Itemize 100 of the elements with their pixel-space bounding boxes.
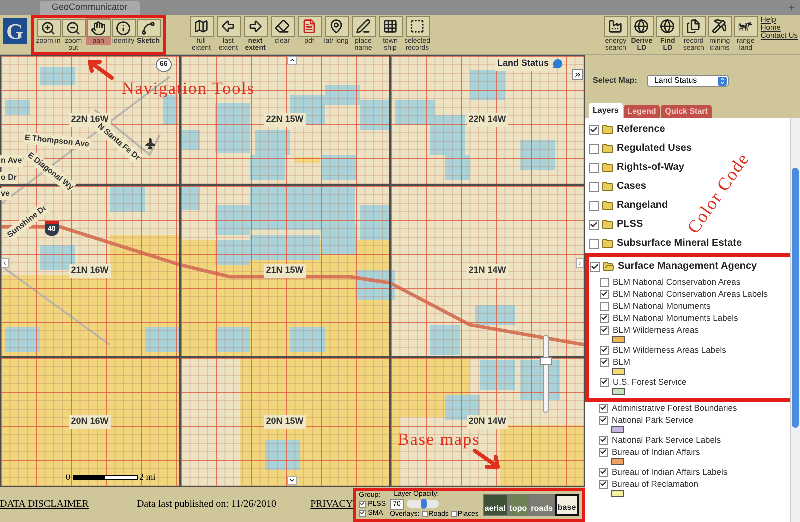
basemap-button[interactable]: aerial bbox=[482, 494, 508, 516]
pan-left-button[interactable] bbox=[1, 258, 9, 268]
logo: G bbox=[3, 18, 27, 44]
township-label: 22N 14W bbox=[466, 113, 508, 127]
checkbox[interactable] bbox=[599, 468, 608, 476]
street-label: E Thompson Ave bbox=[23, 132, 91, 151]
panel-tab[interactable]: Layers bbox=[589, 103, 623, 118]
checkbox[interactable] bbox=[600, 314, 609, 322]
checkbox[interactable] bbox=[589, 124, 599, 134]
pan-up-button[interactable] bbox=[287, 56, 297, 65]
layer-label[interactable]: BLM National Conservation Areas bbox=[613, 276, 741, 288]
layer-group-label[interactable]: PLSS bbox=[617, 217, 644, 232]
checkbox[interactable] bbox=[589, 220, 599, 230]
map-select-dropdown[interactable]: Land Status bbox=[647, 75, 730, 87]
layer-label[interactable]: National Park Service bbox=[612, 414, 694, 426]
left-arrow-icon bbox=[221, 19, 236, 34]
chevron-down-icon bbox=[288, 477, 296, 484]
window-title: GeoCommunicator bbox=[40, 1, 140, 15]
layer-label[interactable]: BLM Wilderness Areas bbox=[613, 324, 699, 336]
checkbox[interactable] bbox=[600, 378, 609, 386]
checkbox[interactable] bbox=[600, 358, 609, 366]
expand-button[interactable] bbox=[572, 69, 583, 80]
layer-label[interactable]: BLM National Conservation Areas Labels bbox=[613, 288, 768, 300]
checkbox[interactable] bbox=[590, 262, 600, 272]
checkbox[interactable] bbox=[599, 436, 608, 444]
layer-label[interactable]: National Park Service Labels bbox=[612, 434, 722, 446]
checkbox[interactable] bbox=[600, 346, 609, 354]
street-label: ve bbox=[0, 188, 11, 200]
layer-group-label[interactable]: Reference bbox=[617, 122, 666, 137]
checkbox[interactable] bbox=[589, 144, 599, 154]
township-label: 22N 15W bbox=[264, 113, 306, 127]
checkbox[interactable] bbox=[599, 480, 608, 488]
street-label: n Ave bbox=[0, 155, 24, 167]
township-label: 21N 15W bbox=[264, 264, 306, 278]
checkbox[interactable] bbox=[600, 278, 609, 286]
disclaimer-link[interactable]: DATA DISCLAIMER bbox=[0, 497, 89, 512]
pan-down-button[interactable] bbox=[287, 476, 297, 485]
globe-icon bbox=[660, 19, 676, 34]
layer-label[interactable]: BLM National Monuments Labels bbox=[613, 312, 738, 324]
layer-label[interactable]: BLM Wilderness Areas Labels bbox=[613, 344, 726, 356]
privacy-link[interactable]: PRIVACY bbox=[310, 497, 354, 512]
checkbox[interactable] bbox=[589, 182, 599, 192]
basemap-button[interactable]: roads bbox=[529, 494, 555, 516]
layer-group-label[interactable]: Rangeland bbox=[617, 198, 668, 213]
checkbox[interactable] bbox=[359, 500, 366, 508]
basemap-button[interactable]: topo bbox=[508, 494, 530, 516]
annotation-arrow bbox=[472, 448, 502, 470]
checkbox[interactable] bbox=[600, 326, 609, 334]
township-label: 20N 15W bbox=[264, 415, 306, 429]
layer-label[interactable]: BLM bbox=[613, 356, 630, 368]
checkbox[interactable] bbox=[589, 162, 599, 172]
select-map-label: Select Map: bbox=[593, 75, 638, 87]
layer-group-label[interactable]: Cases bbox=[617, 179, 646, 194]
squiggle-icon bbox=[141, 20, 156, 36]
eraser-icon bbox=[275, 19, 290, 34]
zoom-slider-thumb[interactable] bbox=[540, 357, 552, 365]
zoom-in-icon bbox=[41, 20, 56, 36]
document-icon bbox=[302, 19, 317, 34]
opacity-slider-track[interactable] bbox=[406, 500, 439, 508]
chevron-up-icon bbox=[288, 57, 296, 64]
layer-group-label[interactable]: Rights-of-Way bbox=[617, 160, 684, 175]
street-label: o Dr bbox=[0, 172, 18, 184]
basemap-button[interactable]: base bbox=[554, 494, 580, 516]
speech-bubble-icon bbox=[553, 58, 563, 69]
layer-label[interactable]: BLM National Monuments bbox=[613, 300, 711, 312]
layer-label[interactable]: Administrative Forest Boundaries bbox=[612, 402, 738, 414]
grid-icon bbox=[383, 19, 398, 34]
layer-group-label[interactable]: Regulated Uses bbox=[617, 141, 692, 156]
zoom-out-icon bbox=[66, 20, 81, 36]
globe-icon bbox=[634, 19, 650, 34]
zoom-slider-track[interactable] bbox=[543, 335, 549, 413]
layer-group-label[interactable]: Surface Management Agency bbox=[618, 259, 758, 274]
map-title: Land Status bbox=[495, 57, 551, 70]
pan-right-button[interactable] bbox=[576, 258, 584, 268]
layer-label[interactable]: U.S. Forest Service bbox=[613, 376, 687, 388]
township-label: 21N 14W bbox=[466, 264, 508, 278]
opacity-slider-thumb[interactable] bbox=[421, 499, 428, 509]
dashed-square-icon bbox=[410, 19, 425, 34]
scale-start-label: 0 bbox=[66, 471, 70, 484]
layer-group-label[interactable]: Subsurface Mineral Estate bbox=[617, 236, 742, 251]
files-icon bbox=[686, 19, 702, 34]
checkbox[interactable] bbox=[600, 302, 609, 310]
checkbox[interactable] bbox=[589, 200, 599, 210]
checkbox[interactable] bbox=[450, 511, 457, 517]
chevron-right-icon bbox=[577, 260, 583, 266]
checkbox[interactable] bbox=[599, 404, 608, 412]
checkbox[interactable] bbox=[359, 510, 366, 516]
checkbox[interactable] bbox=[599, 416, 608, 424]
right-arrow-icon bbox=[248, 19, 263, 34]
checkbox[interactable] bbox=[599, 448, 608, 456]
layer-label[interactable]: Bureau of Reclamation bbox=[612, 478, 698, 490]
pin-icon bbox=[329, 19, 344, 34]
factory-icon bbox=[608, 19, 624, 34]
checkbox[interactable] bbox=[422, 511, 428, 517]
checkbox[interactable] bbox=[600, 290, 609, 298]
checkbox[interactable] bbox=[589, 238, 599, 248]
layer-label[interactable]: Bureau of Indian Affairs Labels bbox=[612, 466, 728, 478]
layer-label[interactable]: Bureau of Indian Affairs bbox=[612, 446, 700, 458]
scale-end-label: 2 mi bbox=[140, 471, 156, 484]
scrollbar[interactable] bbox=[790, 118, 800, 522]
